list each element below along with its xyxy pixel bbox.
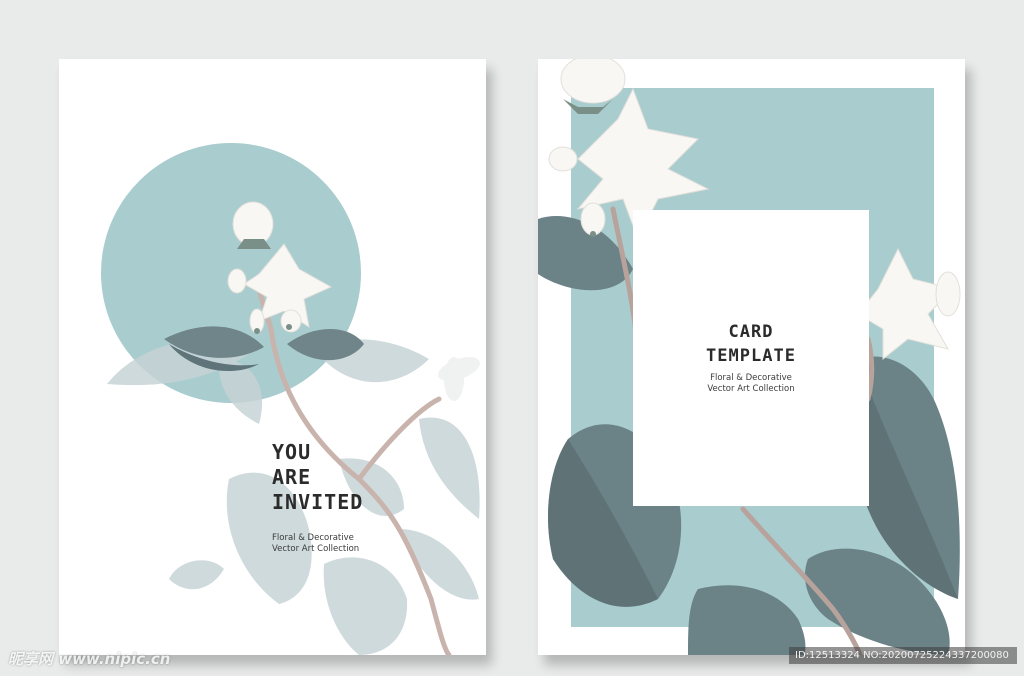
floral-illustration-left	[101, 143, 480, 655]
subtitle-line: Vector Art Collection	[707, 384, 795, 394]
title-line: YOU	[272, 440, 312, 464]
subtitle-line: Floral & Decorative	[272, 533, 354, 543]
invitation-subtitle: Floral & Decorative Vector Art Collectio…	[272, 533, 359, 555]
subtitle-line: Floral & Decorative	[710, 373, 792, 383]
image-id-bar: ID:12513324 NO:20200725224337200080	[789, 647, 1017, 664]
site-watermark: 昵享网 www.nipic.cn	[8, 650, 171, 668]
text-panel: CARD TEMPLATE Floral & Decorative Vector…	[633, 210, 869, 506]
invitation-title: YOU ARE INVITED	[272, 440, 363, 515]
template-card-right: CARD TEMPLATE Floral & Decorative Vector…	[538, 59, 965, 655]
subtitle-line: Vector Art Collection	[272, 544, 360, 554]
faded-flower	[438, 356, 480, 401]
title-line: INVITED	[272, 490, 364, 514]
template-subtitle: Floral & Decorative Vector Art Collectio…	[633, 373, 869, 395]
template-title: CARD TEMPLATE	[633, 320, 869, 368]
invitation-card-left: YOU ARE INVITED Floral & Decorative Vect…	[59, 59, 486, 655]
title-line: ARE	[272, 465, 312, 489]
title-line: TEMPLATE	[706, 346, 796, 366]
title-line: CARD	[728, 322, 774, 342]
